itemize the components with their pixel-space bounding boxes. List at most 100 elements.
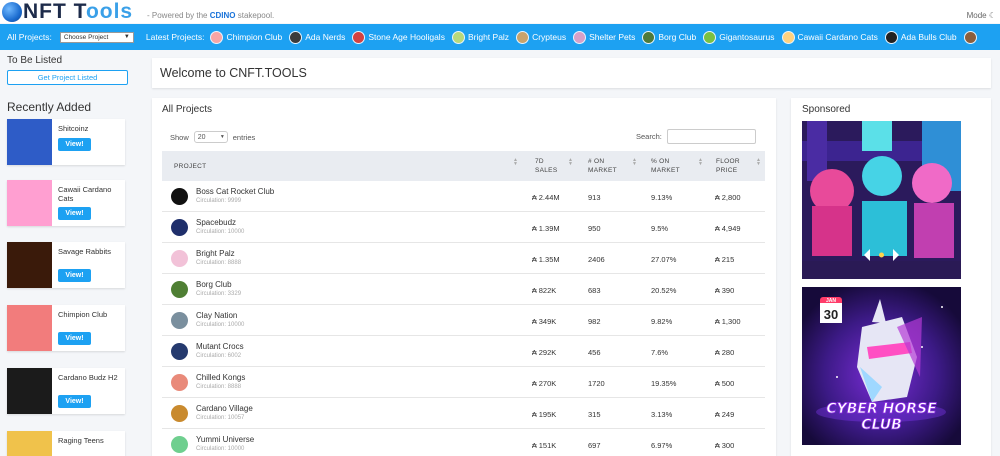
table-row[interactable]: Chilled Kongs Circulation: 8888 ₳ 270K 1720… (162, 367, 765, 398)
latest-project-item[interactable]: Gigantosaurus (703, 30, 775, 44)
moon-icon: ☾ (988, 11, 996, 20)
sort-icon: ▲ ▼ (568, 157, 574, 167)
project-select[interactable]: Choose Project ▼ (59, 31, 134, 43)
table-row[interactable]: Bright Palz Circulation: 8888 ₳ 1.35M 2406 2… (162, 243, 765, 274)
ada-icon: ₳ (532, 226, 537, 233)
ada-icon: ₳ (715, 226, 720, 233)
cell-7d-sales: ₳ 292K (532, 348, 557, 357)
cell-7d-sales: ₳ 1.35M (532, 255, 560, 264)
recent-project-card: Chimpion Club View! (7, 305, 125, 351)
project-name[interactable]: Yummi Universe (196, 435, 254, 444)
project-avatar (642, 30, 656, 44)
project-circulation: Circulation: 8888 (196, 260, 242, 266)
project-thumbnail (7, 119, 52, 165)
cell-floor-price: ₳ 4,949 (715, 224, 741, 233)
recently-added-heading: Recently Added (7, 100, 92, 114)
all-projects-panel: All Projects Show 20 ▼ entries Search: PR… (152, 98, 776, 456)
recent-project-card: Raging TeensView! (7, 431, 125, 456)
latest-project-item[interactable]: Ada Bulls Club (884, 30, 957, 44)
cell-floor-price: ₳ 500 (715, 379, 735, 388)
project-thumbnail (7, 368, 52, 414)
mode-toggle[interactable]: Mode ☾ (967, 11, 996, 20)
recent-project-name: Savage Rabbits (58, 247, 111, 256)
project-name[interactable]: Boss Cat Rocket Club (196, 187, 274, 196)
ada-icon: ₳ (715, 381, 720, 388)
sponsored-banner-2[interactable]: JAN 30 CYBER HORSE CLUB (802, 287, 961, 445)
latest-project-label: Bright Palz (467, 32, 510, 42)
latest-project-item[interactable]: Bright Palz (451, 30, 510, 44)
project-thumbnail (7, 431, 52, 456)
table-row[interactable]: Spacebudz Circulation: 10000 ₳ 1.39M 950 9.5… (162, 212, 765, 243)
project-name[interactable]: Borg Club (196, 280, 232, 289)
sponsored-panel: Sponsored JAN 30 CYBER HORSE CLUB (791, 98, 991, 456)
cell-7d-sales: ₳ 349K (532, 317, 557, 326)
view-button[interactable]: View! (58, 138, 91, 151)
site-logo[interactable]: NFT Tools (2, 1, 133, 22)
ada-icon: ₳ (532, 319, 537, 326)
search-input[interactable] (666, 129, 756, 144)
latest-project-item[interactable]: Cawaii Cardano Cats (781, 30, 878, 44)
project-name[interactable]: Chilled Kongs (196, 373, 245, 382)
latest-project-label: Cawaii Cardano Cats (797, 32, 878, 42)
project-thumbnail (7, 180, 52, 226)
cell-pct-market: 20.52% (651, 286, 677, 295)
project-avatar (573, 30, 587, 44)
cell-7d-sales: ₳ 1.39M (532, 224, 560, 233)
project-avatar (963, 30, 977, 44)
cell-on-market: 982 (588, 317, 601, 326)
view-button[interactable]: View! (58, 269, 91, 282)
all-projects-heading: All Projects (162, 104, 213, 115)
latest-project-label: Borg Club (658, 32, 697, 42)
latest-project-item[interactable]: Shelter Pets (573, 30, 635, 44)
ada-icon: ₳ (532, 195, 537, 202)
project-navbar: All Projects: Choose Project ▼ Latest Pro… (0, 24, 1000, 50)
latest-project-item[interactable]: Crypteus (516, 30, 566, 44)
top-header: NFT Tools - Powered by the CDINO stakepo… (0, 0, 1000, 23)
sort-icon: ▲ ▼ (632, 157, 638, 167)
col-7d-sales[interactable]: 7D SALES (535, 157, 557, 175)
cell-7d-sales: ₳ 2.44M (532, 193, 560, 202)
project-name[interactable]: Cardano Village (196, 404, 253, 413)
project-circulation: Circulation: 9999 (196, 198, 242, 204)
latest-project-label: Stone Age Hooligals (368, 32, 445, 42)
table-row[interactable]: Clay Nation Circulation: 10000 ₳ 349K 982 9.… (162, 305, 765, 336)
ada-icon: ₳ (532, 257, 537, 264)
table-row[interactable]: Yummi Universe Circulation: 10000 ₳ 151K 69… (162, 429, 765, 456)
latest-project-item[interactable]: Borg Club (642, 30, 697, 44)
view-button[interactable]: View! (58, 207, 91, 220)
col-project[interactable]: PROJECT (174, 162, 206, 171)
entries-control: Show 20 ▼ entries (170, 131, 255, 143)
project-name[interactable]: Clay Nation (196, 311, 237, 320)
view-button[interactable]: View! (58, 332, 91, 345)
project-name[interactable]: Spacebudz (196, 218, 236, 227)
cell-pct-market: 9.82% (651, 317, 673, 326)
table-row[interactable]: Boss Cat Rocket Club Circulation: 9999 ₳ 2… (162, 181, 765, 212)
recent-project-card: Cawaii Cardano Cats View! (7, 180, 125, 226)
latest-projects-label: Latest Projects: (145, 32, 205, 42)
project-name[interactable]: Bright Palz (196, 249, 235, 258)
latest-project-item[interactable]: Ada Nerds (289, 30, 345, 44)
view-button[interactable]: View! (58, 395, 91, 408)
col-pct-market[interactable]: % ON MARKET (651, 157, 680, 175)
cell-on-market: 697 (588, 441, 601, 450)
col-on-market[interactable]: # ON MARKET (588, 157, 617, 175)
latest-project-item[interactable] (963, 30, 980, 44)
cell-on-market: 913 (588, 193, 601, 202)
col-floor-price[interactable]: FLOOR PRICE (716, 157, 740, 175)
project-name[interactable]: Mutant Crocs (196, 342, 244, 351)
latest-project-item[interactable]: Chimpion Club (210, 30, 282, 44)
latest-project-item[interactable]: Stone Age Hooligals (352, 30, 445, 44)
table-row[interactable]: Cardano Village Circulation: 10057 ₳ 195K 3… (162, 398, 765, 429)
cdino-link[interactable]: CDINO (210, 11, 236, 20)
cell-on-market: 1720 (588, 379, 605, 388)
get-project-listed-button[interactable]: Get Project Listed (7, 70, 128, 85)
table-row[interactable]: Borg Club Circulation: 3329 ₳ 822K 683 20.52… (162, 274, 765, 305)
table-row[interactable]: Mutant Crocs Circulation: 6002 ₳ 292K 456 7.… (162, 336, 765, 367)
cell-on-market: 456 (588, 348, 601, 357)
ad-title-line-1: CYBER HORSE (826, 401, 937, 417)
sort-icon: ▲ ▼ (513, 157, 519, 167)
sponsored-banner-1[interactable] (802, 121, 961, 279)
all-projects-label: All Projects: (7, 32, 52, 42)
cell-on-market: 2406 (588, 255, 605, 264)
entries-select[interactable]: 20 ▼ (193, 131, 228, 143)
